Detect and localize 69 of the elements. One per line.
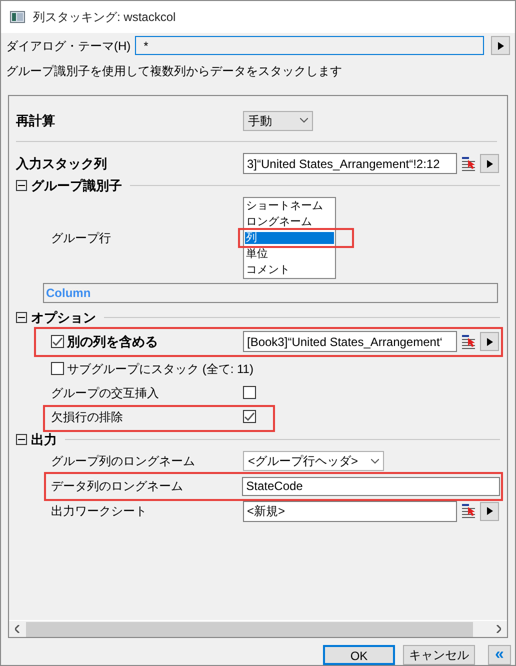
list-option[interactable]: 単位 — [245, 248, 334, 260]
checkbox-label: グループの交互挿入 — [50, 384, 160, 402]
recalculate-dropdown[interactable]: 手動 — [243, 110, 313, 131]
triangle-icon — [486, 338, 492, 346]
checkbox[interactable] — [51, 362, 64, 376]
collapse-toggle[interactable] — [16, 312, 27, 324]
column-picker-icon — [461, 334, 476, 350]
checkbox-label: 欠損行の排除 — [50, 408, 124, 426]
list-option[interactable]: ロングネーム — [245, 216, 334, 228]
preview-text: Column — [46, 284, 91, 302]
dropdown-value: 手動 — [248, 112, 272, 130]
field-value: StateCode — [246, 478, 303, 496]
check-icon — [244, 412, 255, 422]
list-option[interactable]: ショートネーム — [245, 200, 334, 212]
input-field[interactable]: [Book3]“United States_Arrangement‘ — [243, 331, 457, 352]
section-title: グループ識別子 — [31, 177, 122, 196]
ok-button[interactable]: OK — [323, 645, 395, 665]
checkbox[interactable] — [51, 335, 64, 348]
list-option[interactable]: コメント — [245, 264, 334, 276]
checkbox-label: サブグループにスタック (全て: 11) — [67, 360, 254, 378]
window-title: 列スタッキング: wstackcol — [33, 9, 176, 26]
check-icon — [52, 336, 63, 347]
field-value: 3]“United States_Arrangement“!2:12 — [247, 156, 440, 173]
checkbox[interactable] — [243, 410, 256, 424]
field-label: 再計算 — [16, 112, 56, 130]
cancel-button[interactable]: キャンセル — [403, 645, 475, 665]
list-option[interactable]: 列 — [245, 232, 334, 244]
scrollbar-thumb[interactable] — [26, 622, 473, 636]
column-picker-button[interactable] — [459, 502, 478, 521]
theme-field[interactable]: * — [134, 36, 484, 56]
checkbox-label: 別の列を含める — [67, 333, 158, 352]
chevron-down-icon — [300, 118, 308, 124]
collapse-toggle[interactable] — [16, 180, 27, 192]
input-field[interactable]: 3]“United States_Arrangement“!2:12 — [243, 153, 457, 174]
collapse-toggle[interactable] — [16, 434, 27, 446]
menu-arrow-button[interactable] — [491, 36, 510, 56]
group-row-listbox[interactable]: ショートネーム ロングネーム 列 単位 コメント — [243, 196, 336, 279]
field-label: グループ列のロングネーム — [50, 453, 196, 470]
menu-arrow-button[interactable] — [480, 502, 499, 521]
menu-arrow-button[interactable] — [480, 332, 499, 352]
field-label: 入力スタック列 — [16, 155, 108, 174]
triangle-icon — [486, 507, 492, 516]
triangle-icon — [486, 160, 492, 168]
input-field[interactable]: <新規> — [243, 500, 457, 522]
field-label: グループ行 — [50, 230, 112, 247]
field-label: ダイアログ・テーマ(H) — [6, 38, 131, 55]
field-label: 出力ワークシート — [50, 503, 148, 520]
field-label: データ列のロングネーム — [50, 478, 184, 496]
app-icon — [10, 11, 25, 23]
checkbox[interactable] — [243, 386, 256, 400]
triangle-icon — [498, 42, 504, 50]
section-title: 出力 — [31, 431, 57, 450]
menu-arrow-button[interactable] — [480, 154, 499, 174]
field-value: * — [144, 38, 148, 55]
scroll-right-icon — [496, 625, 501, 633]
field-value: [Book3]“United States_Arrangement‘ — [247, 334, 442, 351]
scroll-left-icon — [15, 625, 20, 633]
column-picker-button[interactable] — [459, 154, 478, 174]
horizontal-scrollbar[interactable] — [9, 620, 507, 637]
column-picker-button[interactable] — [459, 332, 478, 352]
dropdown[interactable]: <グループ行ヘッダ> — [243, 451, 384, 472]
description-text: グループ識別子を使用して複数列からデータをスタックします — [5, 62, 343, 78]
input-field[interactable]: StateCode — [242, 476, 500, 496]
dropdown-value: <グループ行ヘッダ> — [248, 453, 358, 470]
column-picker-icon — [461, 156, 476, 172]
field-value: <新規> — [247, 503, 286, 520]
column-picker-icon — [461, 503, 476, 520]
section-title: オプション — [31, 309, 96, 328]
chevron-down-icon — [371, 458, 379, 464]
